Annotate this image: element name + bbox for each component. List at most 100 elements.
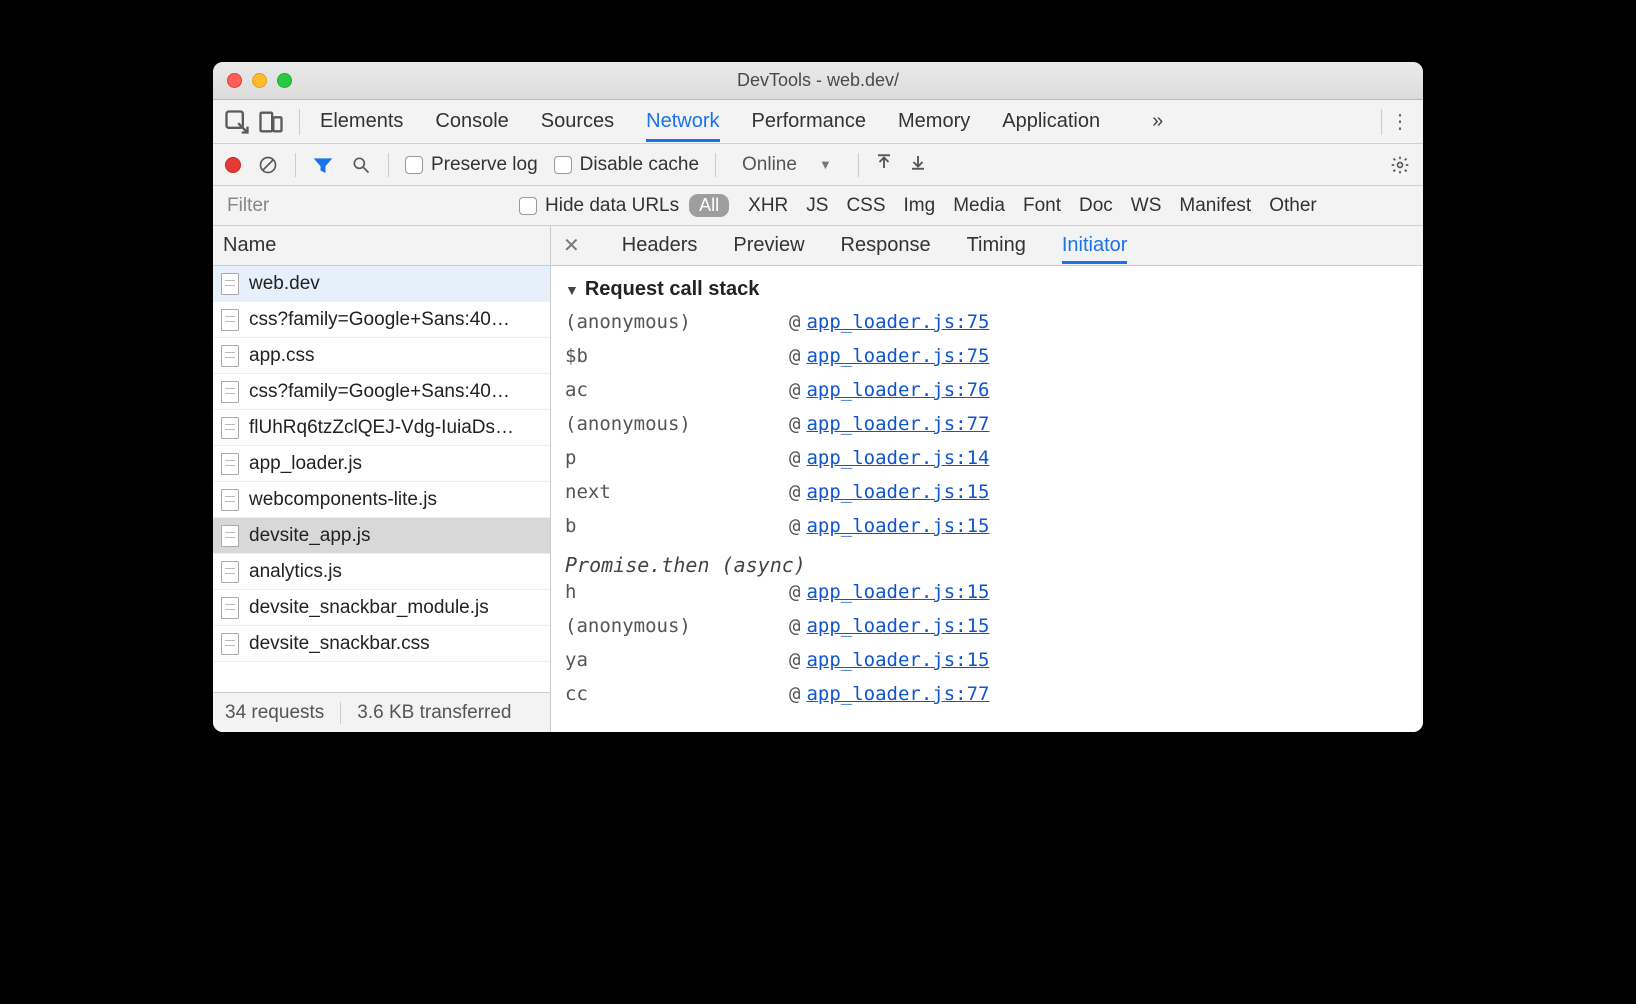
stack-frame-link[interactable]: app_loader.js:76: [806, 379, 989, 401]
traffic-lights: [227, 73, 292, 88]
request-row[interactable]: css?family=Google+Sans:40…: [213, 302, 550, 338]
tab-memory[interactable]: Memory: [898, 101, 970, 142]
minimize-window-button[interactable]: [252, 73, 267, 88]
titlebar: DevTools - web.dev/: [213, 62, 1423, 100]
file-icon: [221, 309, 239, 331]
file-icon: [221, 345, 239, 367]
stack-frame-link[interactable]: app_loader.js:77: [806, 413, 989, 435]
tabs-overflow-icon[interactable]: »: [1152, 101, 1163, 142]
stack-frame-function: ac: [565, 379, 789, 401]
file-icon: [221, 273, 239, 295]
stack-frame-function: p: [565, 447, 789, 469]
tab-preview[interactable]: Preview: [733, 227, 804, 264]
settings-gear-icon[interactable]: [1389, 154, 1411, 176]
filter-type-other[interactable]: Other: [1269, 195, 1317, 217]
request-row[interactable]: css?family=Google+Sans:40…: [213, 374, 550, 410]
close-detail-icon[interactable]: ✕: [563, 233, 580, 258]
tab-performance[interactable]: Performance: [752, 101, 867, 142]
stack-frame-function: $b: [565, 345, 789, 367]
at-symbol: @: [789, 581, 800, 603]
disable-cache-checkbox[interactable]: Disable cache: [554, 154, 699, 176]
filter-type-img[interactable]: Img: [904, 195, 936, 217]
stack-frame-function: (anonymous): [565, 311, 789, 333]
tab-console[interactable]: Console: [435, 101, 508, 142]
main-tabbar: Elements Console Sources Network Perform…: [213, 100, 1423, 144]
section-title-text: Request call stack: [585, 278, 760, 301]
filter-type-doc[interactable]: Doc: [1079, 195, 1113, 217]
stack-frame-link[interactable]: app_loader.js:15: [806, 481, 989, 503]
file-icon: [221, 453, 239, 475]
tab-application[interactable]: Application: [1002, 101, 1100, 142]
filter-input[interactable]: [219, 189, 509, 223]
request-row[interactable]: devsite_app.js: [213, 518, 550, 554]
stack-frame: ac@ app_loader.js:76: [565, 379, 1409, 413]
stack-frame-link[interactable]: app_loader.js:75: [806, 345, 989, 367]
tab-network[interactable]: Network: [646, 101, 719, 142]
filter-icon[interactable]: [312, 154, 334, 176]
tab-headers[interactable]: Headers: [622, 227, 698, 264]
stack-frame-link[interactable]: app_loader.js:15: [806, 515, 989, 537]
main-tabs: Elements Console Sources Network Perform…: [320, 101, 1163, 142]
stack-frame-link[interactable]: app_loader.js:77: [806, 683, 989, 705]
zoom-window-button[interactable]: [277, 73, 292, 88]
disable-cache-label: Disable cache: [580, 154, 699, 176]
request-name: devsite_app.js: [249, 525, 370, 547]
tab-sources[interactable]: Sources: [541, 101, 614, 142]
name-column-header[interactable]: Name: [213, 226, 550, 266]
tab-timing[interactable]: Timing: [967, 227, 1026, 264]
filter-type-manifest[interactable]: Manifest: [1179, 195, 1251, 217]
stack-frame: (anonymous)@app_loader.js:75: [565, 311, 1409, 345]
stack-frame-link[interactable]: app_loader.js:14: [806, 447, 989, 469]
tab-elements[interactable]: Elements: [320, 101, 403, 142]
stack-frame: p@app_loader.js:14: [565, 447, 1409, 481]
filter-type-css[interactable]: CSS: [846, 195, 885, 217]
filter-type-xhr[interactable]: XHR: [748, 195, 788, 217]
upload-har-icon[interactable]: [875, 153, 893, 177]
stack-frame-link[interactable]: app_loader.js:15: [806, 649, 989, 671]
file-icon: [221, 633, 239, 655]
request-row[interactable]: app_loader.js: [213, 446, 550, 482]
preserve-log-label: Preserve log: [431, 154, 538, 176]
request-row[interactable]: flUhRq6tzZclQEJ-Vdg-IuiaDs…: [213, 410, 550, 446]
tab-response[interactable]: Response: [841, 227, 931, 264]
file-icon: [221, 417, 239, 439]
request-row[interactable]: devsite_snackbar.css: [213, 626, 550, 662]
filter-type-js[interactable]: JS: [806, 195, 828, 217]
throttling-select[interactable]: Online ▼: [732, 154, 842, 176]
clear-icon[interactable]: [257, 154, 279, 176]
at-symbol: @: [789, 379, 800, 401]
inspect-element-icon[interactable]: [223, 108, 251, 136]
stack-frame-function: ya: [565, 649, 789, 671]
request-row[interactable]: app.css: [213, 338, 550, 374]
search-icon[interactable]: [350, 154, 372, 176]
section-title[interactable]: ▼ Request call stack: [565, 278, 1409, 301]
filter-type-font[interactable]: Font: [1023, 195, 1061, 217]
stack-frame-link[interactable]: app_loader.js:75: [806, 311, 989, 333]
transferred-size: 3.6 KB transferred: [357, 702, 511, 724]
stack-frame-function: next: [565, 481, 789, 503]
request-row[interactable]: webcomponents-lite.js: [213, 482, 550, 518]
toggle-device-toolbar-icon[interactable]: [257, 108, 285, 136]
filter-type-media[interactable]: Media: [953, 195, 1005, 217]
close-window-button[interactable]: [227, 73, 242, 88]
stack-frame-link[interactable]: app_loader.js:15: [806, 615, 989, 637]
stack-frame-link[interactable]: app_loader.js:15: [806, 581, 989, 603]
stack-frame: h@app_loader.js:15: [565, 581, 1409, 615]
checkbox-icon: [405, 156, 423, 174]
filter-type-ws[interactable]: WS: [1131, 195, 1162, 217]
file-icon: [221, 381, 239, 403]
record-button[interactable]: [225, 157, 241, 173]
request-row[interactable]: web.dev: [213, 266, 550, 302]
request-row[interactable]: analytics.js: [213, 554, 550, 590]
download-har-icon[interactable]: [909, 153, 927, 177]
request-row[interactable]: devsite_snackbar_module.js: [213, 590, 550, 626]
hide-data-urls-checkbox[interactable]: Hide data URLs: [519, 195, 679, 217]
stack-frame: (anonymous)@app_loader.js:77: [565, 413, 1409, 447]
filter-type-all[interactable]: All: [689, 194, 729, 217]
file-icon: [221, 597, 239, 619]
kebab-menu-icon[interactable]: ⋮: [1390, 109, 1411, 134]
tab-initiator[interactable]: Initiator: [1062, 227, 1128, 264]
request-name: devsite_snackbar_module.js: [249, 597, 489, 619]
preserve-log-checkbox[interactable]: Preserve log: [405, 154, 538, 176]
request-name: app_loader.js: [249, 453, 362, 475]
